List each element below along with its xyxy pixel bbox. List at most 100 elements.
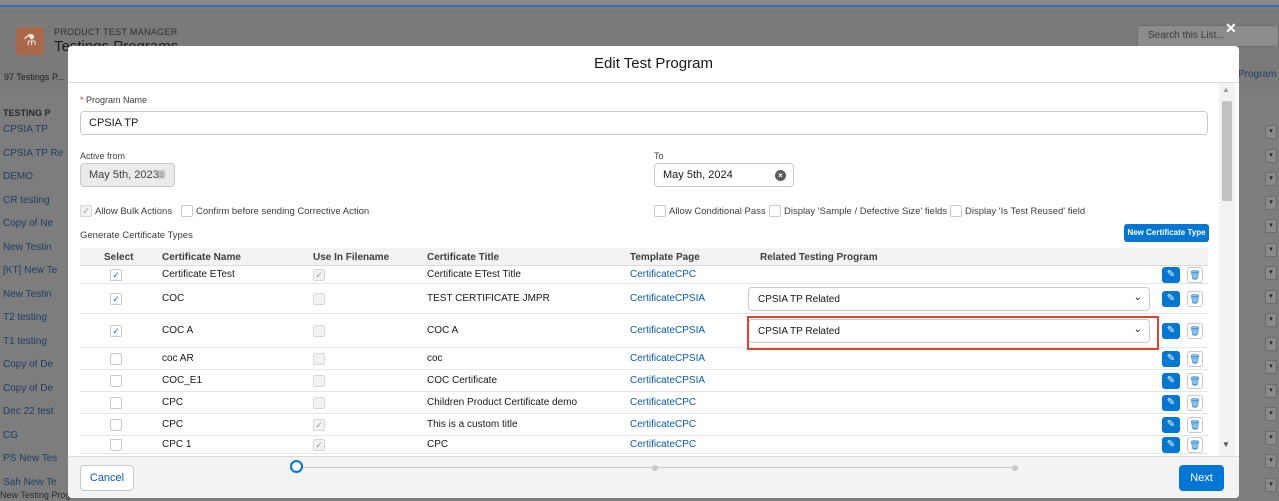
bg-new-program-link[interactable]: Program: [1238, 69, 1276, 80]
to-label: To: [654, 151, 664, 161]
close-icon[interactable]: ✕: [1225, 20, 1237, 37]
bg-row-menu-icon[interactable]: ▾: [1265, 289, 1277, 304]
allow-conditional-pass-label: Allow Conditional Pass: [669, 206, 766, 217]
select-checkbox[interactable]: [110, 375, 122, 387]
scroll-thumb[interactable]: [1222, 101, 1232, 201]
bg-list-item[interactable]: New Testin: [0, 289, 70, 300]
bg-list-item[interactable]: T2 testing: [0, 312, 70, 323]
certificate-name: CPC: [162, 397, 184, 408]
clear-icon[interactable]: ×: [775, 170, 786, 181]
delete-icon[interactable]: 🗑: [1187, 267, 1203, 283]
bg-list-item[interactable]: PS New Tes: [0, 453, 70, 464]
delete-icon[interactable]: 🗑: [1187, 291, 1203, 307]
edit-icon[interactable]: ✎: [1162, 291, 1180, 307]
edit-icon[interactable]: ✎: [1162, 395, 1180, 411]
bg-search-input[interactable]: Search this List...: [1137, 25, 1279, 47]
display-test-reused-checkbox[interactable]: [950, 205, 962, 217]
bg-list-item[interactable]: Dec 22 test: [0, 406, 70, 417]
bg-row-menu-icon[interactable]: ▾: [1265, 242, 1277, 257]
certificate-title: COC Certificate: [427, 375, 498, 386]
edit-icon[interactable]: ✎: [1162, 323, 1180, 339]
bg-list-item[interactable]: CPSIA TP: [0, 124, 70, 135]
modal-title: Edit Test Program: [68, 46, 1239, 83]
bg-row-menu-icon[interactable]: ▾: [1265, 407, 1277, 421]
new-certificate-type-button[interactable]: New Certificate Type: [1124, 224, 1209, 242]
bg-list-item[interactable]: T1 testing: [0, 336, 70, 347]
confirm-corrective-label: Confirm before sending Corrective Action: [196, 206, 370, 217]
bg-row-menu-icon[interactable]: ▾: [1265, 148, 1277, 163]
delete-icon[interactable]: 🗑: [1187, 395, 1203, 411]
template-page-link[interactable]: CertificateCPC: [630, 439, 696, 450]
template-page-link[interactable]: CertificateCPC: [630, 269, 696, 280]
bg-row-menu-icon[interactable]: ▾: [1265, 360, 1277, 374]
bg-list-item[interactable]: [KT] New Te: [0, 265, 70, 276]
bg-row-menu-icon[interactable]: ▾: [1265, 195, 1277, 210]
bg-list-item[interactable]: Copy of Ne: [0, 218, 70, 229]
scroll-up-icon[interactable]: ▲: [1222, 85, 1230, 94]
bg-list-item[interactable]: Copy of De: [0, 359, 70, 370]
select-checkbox[interactable]: [110, 397, 122, 409]
edit-icon[interactable]: ✎: [1162, 417, 1180, 433]
template-page-link[interactable]: CertificateCPC: [630, 397, 696, 408]
select-checkbox[interactable]: ✓: [110, 269, 122, 281]
cancel-button[interactable]: Cancel: [80, 465, 134, 491]
delete-icon[interactable]: 🗑: [1187, 323, 1203, 339]
modal-scrollbar[interactable]: ▲ ▼: [1219, 83, 1235, 456]
use-in-filename-checkbox: ✓: [313, 419, 325, 431]
bg-list-item[interactable]: New Testin: [0, 242, 70, 253]
bg-row-menu-icon[interactable]: ▾: [1265, 125, 1277, 139]
bg-list-item[interactable]: Copy of De: [0, 383, 70, 394]
certificate-name: coc AR: [162, 353, 194, 364]
template-page-link[interactable]: CertificateCPSIA: [630, 375, 705, 386]
related-testing-program-select[interactable]: CPSIA TP Related ⌄: [748, 287, 1150, 311]
bg-row-menu-icon[interactable]: ▾: [1265, 454, 1277, 468]
select-checkbox[interactable]: [110, 439, 122, 451]
display-test-reused-label: Display 'Is Test Reused' field: [965, 206, 1086, 217]
allow-bulk-actions-checkbox: ✓: [80, 205, 92, 217]
confirm-corrective-checkbox[interactable]: [181, 205, 193, 217]
edit-icon[interactable]: ✎: [1162, 373, 1180, 389]
bg-row-menu-icon[interactable]: ▾: [1265, 383, 1277, 398]
bg-list-item[interactable]: CG: [0, 430, 70, 441]
delete-icon[interactable]: 🗑: [1187, 351, 1203, 367]
bg-row-menu-icon[interactable]: ▾: [1265, 336, 1277, 351]
select-checkbox[interactable]: [110, 419, 122, 431]
bg-list-item[interactable]: DEMO: [0, 171, 70, 182]
display-sample-size-checkbox[interactable]: [769, 205, 781, 217]
delete-icon[interactable]: 🗑: [1187, 373, 1203, 389]
bg-row-menu-icon[interactable]: ▾: [1265, 430, 1277, 445]
bg-list-item[interactable]: CPSIA TP Re: [0, 148, 70, 159]
select-checkbox[interactable]: ✓: [110, 293, 122, 305]
certificate-title: Children Product Certificate demo: [427, 397, 578, 408]
bg-record-count: 97 Testings P...: [4, 72, 65, 82]
delete-icon[interactable]: 🗑: [1187, 437, 1203, 453]
certificate-name: COC: [162, 293, 185, 304]
certificate-title: Certificate ETest Title: [427, 269, 521, 280]
certificate-title: coc: [427, 353, 443, 364]
template-page-link[interactable]: CertificateCPSIA: [630, 293, 705, 304]
use-in-filename-checkbox: [313, 397, 325, 409]
edit-icon[interactable]: ✎: [1162, 267, 1180, 283]
edit-icon[interactable]: ✎: [1162, 437, 1180, 453]
template-page-link[interactable]: CertificateCPC: [630, 419, 696, 430]
template-page-link[interactable]: CertificateCPSIA: [630, 353, 705, 364]
select-checkbox[interactable]: ✓: [110, 325, 122, 337]
edit-icon[interactable]: ✎: [1162, 351, 1180, 367]
bg-row-menu-icon[interactable]: ▾: [1265, 313, 1277, 327]
modal-footer: Cancel Next: [68, 456, 1239, 498]
select-checkbox[interactable]: [110, 353, 122, 365]
program-name-input[interactable]: CPSIA TP: [80, 111, 1208, 135]
bg-list-item[interactable]: CR testing: [0, 195, 70, 206]
next-button[interactable]: Next: [1179, 465, 1224, 491]
bg-row-menu-icon[interactable]: ▾: [1265, 477, 1277, 492]
delete-icon[interactable]: 🗑: [1187, 417, 1203, 433]
to-date-input[interactable]: May 5th, 2024: [654, 163, 794, 187]
scroll-down-icon[interactable]: ▼: [1222, 440, 1230, 449]
highlight-box: [747, 316, 1159, 350]
bg-list-item[interactable]: Sah New Te: [0, 477, 70, 488]
bg-row-menu-icon[interactable]: ▾: [1265, 219, 1277, 233]
template-page-link[interactable]: CertificateCPSIA: [630, 325, 705, 336]
bg-row-menu-icon[interactable]: ▾: [1265, 266, 1277, 280]
allow-conditional-pass-checkbox[interactable]: [654, 205, 666, 217]
bg-row-menu-icon[interactable]: ▾: [1265, 172, 1277, 186]
